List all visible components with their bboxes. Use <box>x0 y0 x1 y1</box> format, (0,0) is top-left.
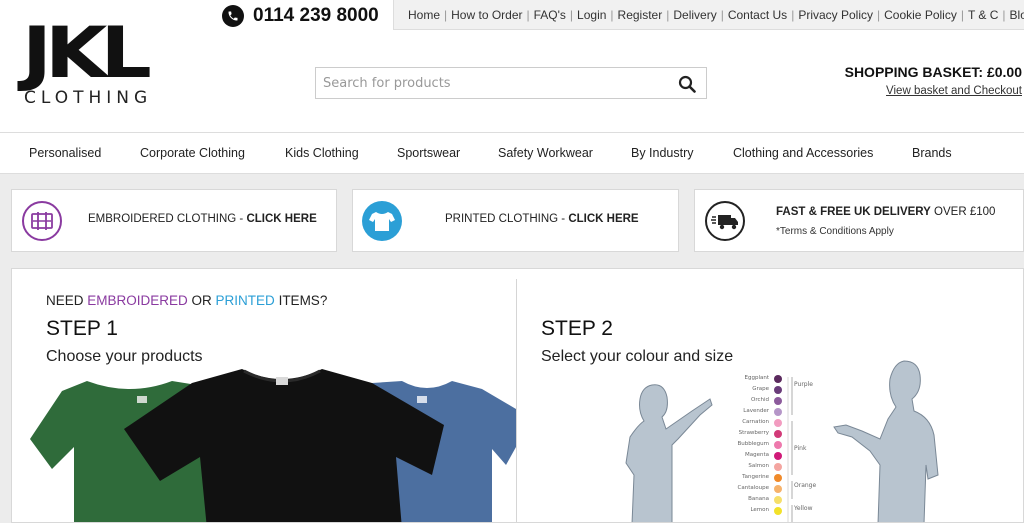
swatch-strawberry[interactable] <box>774 430 782 438</box>
printed-click-here: CLICK HERE <box>568 213 639 225</box>
swatch-carnation[interactable] <box>774 419 782 427</box>
nav-personalised[interactable]: Personalised <box>29 146 101 160</box>
nav-sportswear[interactable]: Sportswear <box>397 146 460 160</box>
top-links-bar: Home | How to Order | FAQ's | Login | Regist… <box>393 0 1024 30</box>
nav-safety-workwear[interactable]: Safety Workwear <box>498 146 593 160</box>
top-link-login[interactable]: Login <box>577 8 606 22</box>
swatch-magenta[interactable] <box>774 452 782 460</box>
nav-by-industry[interactable]: By Industry <box>631 146 694 160</box>
swatch-tangerine-label: Tangerine <box>742 474 769 480</box>
delivery-terms-note: *Terms & Conditions Apply <box>776 226 894 237</box>
embroidered-click-here: CLICK HERE <box>246 213 317 225</box>
swatch-lemon[interactable] <box>774 507 782 515</box>
step1-title: STEP 1 <box>46 317 118 340</box>
swatch-cantaloupe[interactable] <box>774 485 782 493</box>
swatch-carnation-label: Carnation <box>742 419 769 425</box>
top-link-home[interactable]: Home <box>408 8 440 22</box>
tshirts-product-image[interactable] <box>12 369 516 523</box>
shopping-basket: SHOPPING BASKET: £0.00 View basket and C… <box>845 64 1022 97</box>
top-link-faqs[interactable]: FAQ's <box>534 8 566 22</box>
phone-contact[interactable]: 0114 239 8000 <box>222 3 379 29</box>
group-orange-label: Orange <box>794 482 817 489</box>
top-link-privacy[interactable]: Privacy Policy <box>798 8 873 22</box>
swatch-salmon[interactable] <box>774 463 782 471</box>
tshirt-icon <box>362 201 402 241</box>
top-link-terms[interactable]: T & C <box>968 8 998 22</box>
printed-highlight: PRINTED <box>215 293 275 308</box>
swatch-orchid[interactable] <box>774 397 782 405</box>
delivery-feature-text: FAST & FREE UK DELIVERY OVER £100 <box>776 206 996 218</box>
need-items-heading: NEED EMBROIDERED OR PRINTED ITEMS? <box>46 293 328 308</box>
embroidered-feature-box[interactable]: EMBROIDERED CLOTHING - CLICK HERE <box>11 189 337 252</box>
step1-subtitle: Choose your products <box>46 348 203 365</box>
nav-clothing-accessories[interactable]: Clothing and Accessories <box>733 146 873 160</box>
group-purple-label: Purple <box>794 381 813 388</box>
basket-total[interactable]: SHOPPING BASKET: £0.00 <box>845 64 1022 80</box>
swatch-salmon-label: Salmon <box>748 463 769 469</box>
delivery-truck-icon <box>705 201 745 241</box>
printed-feature-text: PRINTED CLOTHING - CLICK HERE <box>445 213 639 225</box>
phone-number: 0114 239 8000 <box>253 5 379 26</box>
swatch-strawberry-label: Strawberry <box>738 430 769 436</box>
swatch-bubblegum[interactable] <box>774 441 782 449</box>
swatch-grape-label: Grape <box>752 386 769 392</box>
phone-icon <box>222 5 244 27</box>
swatch-bubblegum-label: Bubblegum <box>737 441 770 447</box>
top-link-blog[interactable]: Blog <box>1010 8 1024 22</box>
logo-wordmark: JKL <box>22 12 152 94</box>
step2-title: STEP 2 <box>541 317 613 340</box>
swatch-cantaloupe-label: Cantaloupe <box>737 485 769 491</box>
swatch-eggplant[interactable] <box>774 375 782 383</box>
embroidered-highlight: EMBROIDERED <box>87 293 188 308</box>
swatch-tangerine[interactable] <box>774 474 782 482</box>
top-link-cookie[interactable]: Cookie Policy <box>884 8 957 22</box>
steps-panel: NEED EMBROIDERED OR PRINTED ITEMS? STEP … <box>11 268 1024 523</box>
main-navigation: Personalised Corporate Clothing Kids Clo… <box>0 132 1024 174</box>
nav-kids-clothing[interactable]: Kids Clothing <box>285 146 359 160</box>
search-icon[interactable] <box>678 75 696 93</box>
swatch-lemon-label: Lemon <box>750 507 769 513</box>
nav-brands[interactable]: Brands <box>912 146 952 160</box>
swatch-grape[interactable] <box>774 386 782 394</box>
swatch-eggplant-label: Eggplant <box>744 375 770 381</box>
steps-divider <box>516 279 517 522</box>
delivery-feature-box[interactable]: FAST & FREE UK DELIVERY OVER £100 *Terms… <box>694 189 1024 252</box>
search-input[interactable] <box>316 68 656 98</box>
site-header: JKL CLOTHING 0114 239 8000 Home | How to … <box>0 0 1024 132</box>
view-basket-link[interactable]: View basket and Checkout <box>845 85 1022 97</box>
swatch-orchid-label: Orchid <box>751 397 769 403</box>
jkl-logo[interactable]: JKL CLOTHING <box>22 12 182 112</box>
logo-subtitle: CLOTHING <box>24 88 153 108</box>
embroidered-feature-text: EMBROIDERED CLOTHING - CLICK HERE <box>88 213 317 225</box>
top-link-how-to-order[interactable]: How to Order <box>451 8 522 22</box>
swatch-lavender-label: Lavender <box>743 408 769 414</box>
group-pink-label: Pink <box>794 445 807 452</box>
swatch-banana-label: Banana <box>748 496 769 502</box>
swatch-magenta-label: Magenta <box>744 452 769 458</box>
swatch-banana[interactable] <box>774 496 782 504</box>
search-box <box>315 67 707 99</box>
printed-feature-box[interactable]: PRINTED CLOTHING - CLICK HERE <box>352 189 679 252</box>
nav-corporate-clothing[interactable]: Corporate Clothing <box>140 146 245 160</box>
top-link-delivery[interactable]: Delivery <box>673 8 716 22</box>
top-link-register[interactable]: Register <box>618 8 663 22</box>
top-link-contact[interactable]: Contact Us <box>728 8 787 22</box>
group-yellow-label: Yellow <box>794 505 813 512</box>
swatch-lavender[interactable] <box>774 408 782 416</box>
embroidery-icon <box>22 201 62 241</box>
